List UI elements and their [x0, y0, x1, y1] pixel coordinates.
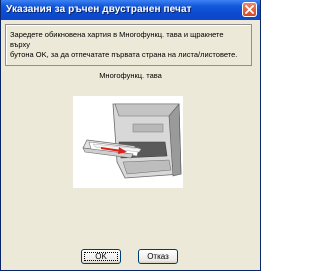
close-button[interactable]: [242, 2, 257, 17]
close-icon: [245, 5, 254, 14]
printer-tray-illustration: [73, 96, 183, 188]
dialog-title: Указания за ръчен двустранен печат: [6, 4, 192, 15]
cancel-button[interactable]: Отказ: [138, 249, 178, 264]
figure-caption: Многофункц. тава: [99, 71, 162, 80]
instruction-line-2: бутона OK, за да отпечатате първата стра…: [10, 50, 238, 59]
instruction-line-1: Заредете обикновена хартия в Многофункц.…: [10, 30, 224, 49]
printer-icon: [82, 103, 182, 179]
cancel-label: Отказ: [147, 252, 169, 261]
ok-button[interactable]: OK: [81, 249, 121, 264]
ok-label: OK: [95, 252, 107, 261]
title-bar[interactable]: Указания за ръчен двустранен печат: [1, 0, 260, 20]
instruction-box: Заредете обикновена хартия в Многофункц.…: [5, 24, 252, 66]
manual-duplex-dialog: Указания за ръчен двустранен печат Заред…: [0, 0, 261, 271]
